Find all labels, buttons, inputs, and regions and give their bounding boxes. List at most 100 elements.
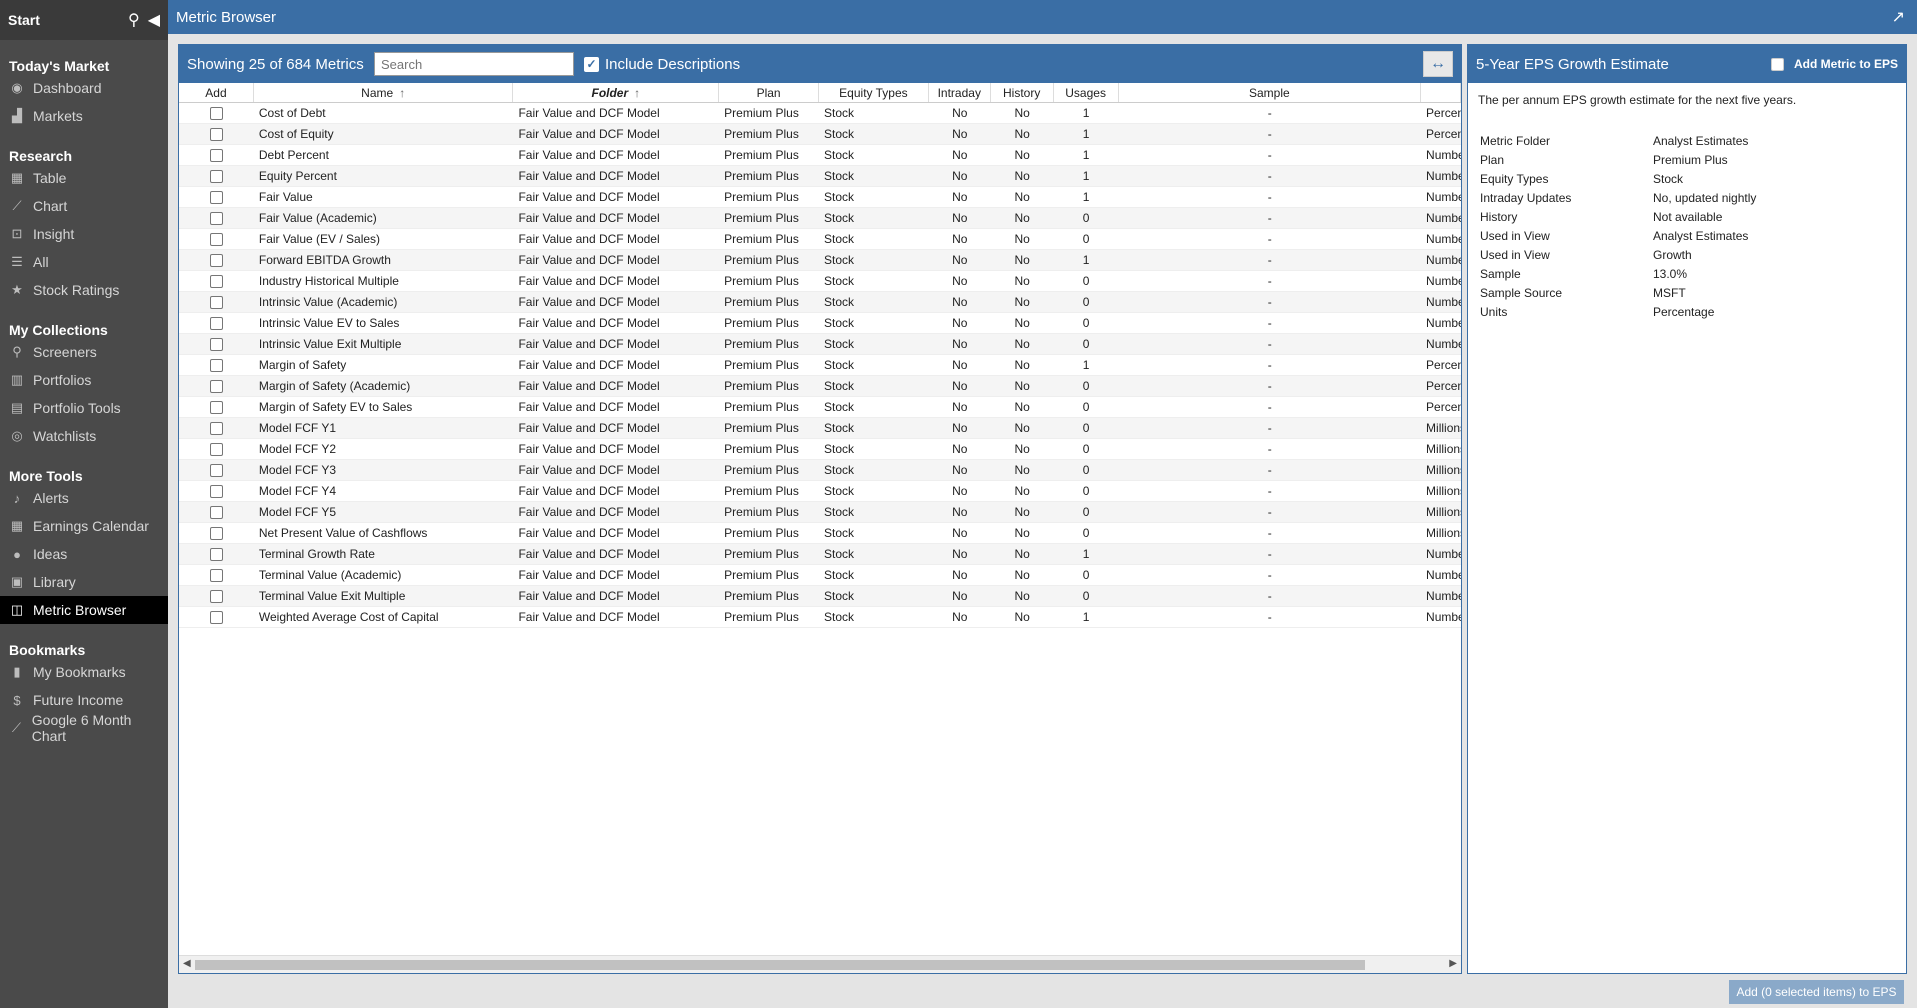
table-row[interactable]: Forward EBITDA Growth Fair Value and DCF … (179, 250, 1461, 271)
cell-usages: 0 (1082, 463, 1090, 477)
column-plan[interactable]: Plan (719, 83, 819, 102)
table-row[interactable]: Fair Value (Academic) Fair Value and DCF … (179, 208, 1461, 229)
expand-icon[interactable]: ↔ (1423, 51, 1453, 77)
include-descriptions-checkbox[interactable]: ✓ (584, 56, 599, 72)
search-input[interactable] (374, 52, 574, 76)
add-checkbox[interactable] (209, 295, 223, 309)
add-checkbox[interactable] (209, 526, 223, 540)
table-row[interactable]: Terminal Value (Academic) Fair Value and … (179, 565, 1461, 586)
add-checkbox[interactable] (209, 253, 223, 267)
sidebar-item-insight[interactable]: ⊡ Insight (0, 220, 168, 248)
column-intraday[interactable]: Intraday (929, 83, 991, 102)
add-checkbox[interactable] (209, 190, 223, 204)
sidebar-item-stock-ratings[interactable]: ★ Stock Ratings (0, 276, 168, 304)
table-row[interactable]: Model FCF Y5 Fair Value and DCF Model Prem… (179, 502, 1461, 523)
table-row[interactable]: Model FCF Y4 Fair Value and DCF Model Prem… (179, 481, 1461, 502)
sidebar-item-watchlists[interactable]: ◎ Watchlists (0, 422, 168, 450)
collapse-arrow-icon[interactable]: ◀ (148, 10, 160, 30)
table-row[interactable]: Cost of Debt Fair Value and DCF Model Prem… (179, 103, 1461, 124)
sidebar-item-google-6-month-chart[interactable]: ⟋ Google 6 Month Chart (0, 712, 168, 744)
external-link-icon[interactable]: ↗ (1892, 7, 1905, 27)
scroll-left-icon[interactable]: ◀ (183, 958, 191, 969)
add-checkbox[interactable] (209, 337, 223, 351)
add-checkbox[interactable] (209, 211, 223, 225)
add-checkbox[interactable] (209, 610, 223, 624)
add-checkbox[interactable] (209, 547, 223, 561)
sidebar-item-my-bookmarks[interactable]: ▮ My Bookmarks (0, 658, 168, 686)
add-metric-label[interactable]: Add Metric to EPS (1794, 57, 1898, 71)
table-row[interactable]: Equity Percent Fair Value and DCF Model Pr… (179, 166, 1461, 187)
add-checkbox[interactable] (209, 106, 223, 120)
include-descriptions-label[interactable]: Include Descriptions (605, 56, 740, 73)
sidebar-item-portfolio-tools[interactable]: ▤ Portfolio Tools (0, 394, 168, 422)
column-equity-types[interactable]: Equity Types (819, 83, 929, 102)
column-sample[interactable]: Sample (1119, 83, 1422, 102)
cell-name: Debt Percent (258, 148, 329, 162)
add-metric-checkbox[interactable] (1770, 57, 1784, 71)
cell-folder: Fair Value and DCF Model (518, 148, 660, 162)
add-checkbox[interactable] (209, 148, 223, 162)
add-selected-button[interactable]: Add (0 selected items) to EPS (1729, 980, 1904, 1004)
cell-equity: Stock (824, 505, 855, 519)
column-add[interactable]: Add (179, 83, 254, 102)
table-row[interactable]: Model FCF Y3 Fair Value and DCF Model Prem… (179, 460, 1461, 481)
sidebar-item-library[interactable]: ▣ Library (0, 568, 168, 596)
column-usages[interactable]: Usages (1054, 83, 1119, 102)
table-row[interactable]: Margin of Safety (Academic) Fair Value an… (179, 376, 1461, 397)
scroll-right-icon[interactable]: ▶ (1449, 958, 1457, 969)
column-name[interactable]: Name ↑ (254, 83, 514, 102)
add-checkbox[interactable] (209, 232, 223, 246)
table-row[interactable]: Fair Value Fair Value and DCF Model Premiu… (179, 187, 1461, 208)
add-checkbox[interactable] (209, 484, 223, 498)
sidebar-item-ideas[interactable]: ● Ideas (0, 540, 168, 568)
sidebar-item-all[interactable]: ☰ All (0, 248, 168, 276)
table-row[interactable]: Cost of Equity Fair Value and DCF Model Pr… (179, 124, 1461, 145)
table-row[interactable]: Intrinsic Value (Academic) Fair Value and… (179, 292, 1461, 313)
sidebar-item-future-income[interactable]: $ Future Income (0, 686, 168, 714)
add-checkbox[interactable] (209, 169, 223, 183)
table-row[interactable]: Net Present Value of Cashflows Fair Value… (179, 523, 1461, 544)
sidebar-item-portfolios[interactable]: ▥ Portfolios (0, 366, 168, 394)
sidebar-item-markets[interactable]: ▟ Markets (0, 102, 168, 130)
add-checkbox[interactable] (209, 400, 223, 414)
add-checkbox[interactable] (209, 589, 223, 603)
sidebar-item-metric-browser[interactable]: ◫ Metric Browser (0, 596, 168, 624)
table-row[interactable]: Intrinsic Value EV to Sales Fair Value an… (179, 313, 1461, 334)
table-row[interactable]: Terminal Value Exit Multiple Fair Value a… (179, 586, 1461, 607)
add-checkbox[interactable] (209, 127, 223, 141)
sidebar-item-chart[interactable]: ⟋ Chart (0, 192, 168, 220)
table-row[interactable]: Model FCF Y1 Fair Value and DCF Model Prem… (179, 418, 1461, 439)
cell-plan: Premium Plus (724, 379, 799, 393)
sidebar-item-alerts[interactable]: ♪ Alerts (0, 484, 168, 512)
column-units[interactable] (1421, 83, 1461, 102)
scrollbar-thumb[interactable] (195, 960, 1365, 970)
add-checkbox[interactable] (209, 358, 223, 372)
add-checkbox[interactable] (209, 442, 223, 456)
add-checkbox[interactable] (209, 274, 223, 288)
table-row[interactable]: Weighted Average Cost of Capital Fair Val… (179, 607, 1461, 628)
column-folder[interactable]: Folder ↑ (513, 83, 720, 102)
table-row[interactable]: Model FCF Y2 Fair Value and DCF Model Prem… (179, 439, 1461, 460)
table-row[interactable]: Industry Historical Multiple Fair Value a… (179, 271, 1461, 292)
add-checkbox[interactable] (209, 316, 223, 330)
cell-folder: Fair Value and DCF Model (518, 547, 660, 561)
sidebar-item-dashboard[interactable]: ◉ Dashboard (0, 74, 168, 102)
table-row[interactable]: Fair Value (EV / Sales) Fair Value and DC… (179, 229, 1461, 250)
table-row[interactable]: Terminal Growth Rate Fair Value and DCF M… (179, 544, 1461, 565)
add-checkbox[interactable] (209, 568, 223, 582)
add-checkbox[interactable] (209, 505, 223, 519)
search-icon[interactable]: ⚲ (128, 10, 140, 30)
sidebar-item-earnings-calendar[interactable]: ▦ Earnings Calendar (0, 512, 168, 540)
sidebar-item-screeners[interactable]: ⚲ Screeners (0, 338, 168, 366)
start-button[interactable]: Start (8, 12, 120, 28)
add-checkbox[interactable] (209, 463, 223, 477)
column-history[interactable]: History (991, 83, 1054, 102)
sidebar-item-table[interactable]: ▦ Table (0, 164, 168, 192)
table-row[interactable]: Margin of Safety Fair Value and DCF Model… (179, 355, 1461, 376)
horizontal-scrollbar[interactable]: ◀ ▶ (179, 955, 1461, 973)
add-checkbox[interactable] (209, 379, 223, 393)
table-row[interactable]: Debt Percent Fair Value and DCF Model Prem… (179, 145, 1461, 166)
table-row[interactable]: Margin of Safety EV to Sales Fair Value a… (179, 397, 1461, 418)
table-row[interactable]: Intrinsic Value Exit Multiple Fair Value … (179, 334, 1461, 355)
add-checkbox[interactable] (209, 421, 223, 435)
